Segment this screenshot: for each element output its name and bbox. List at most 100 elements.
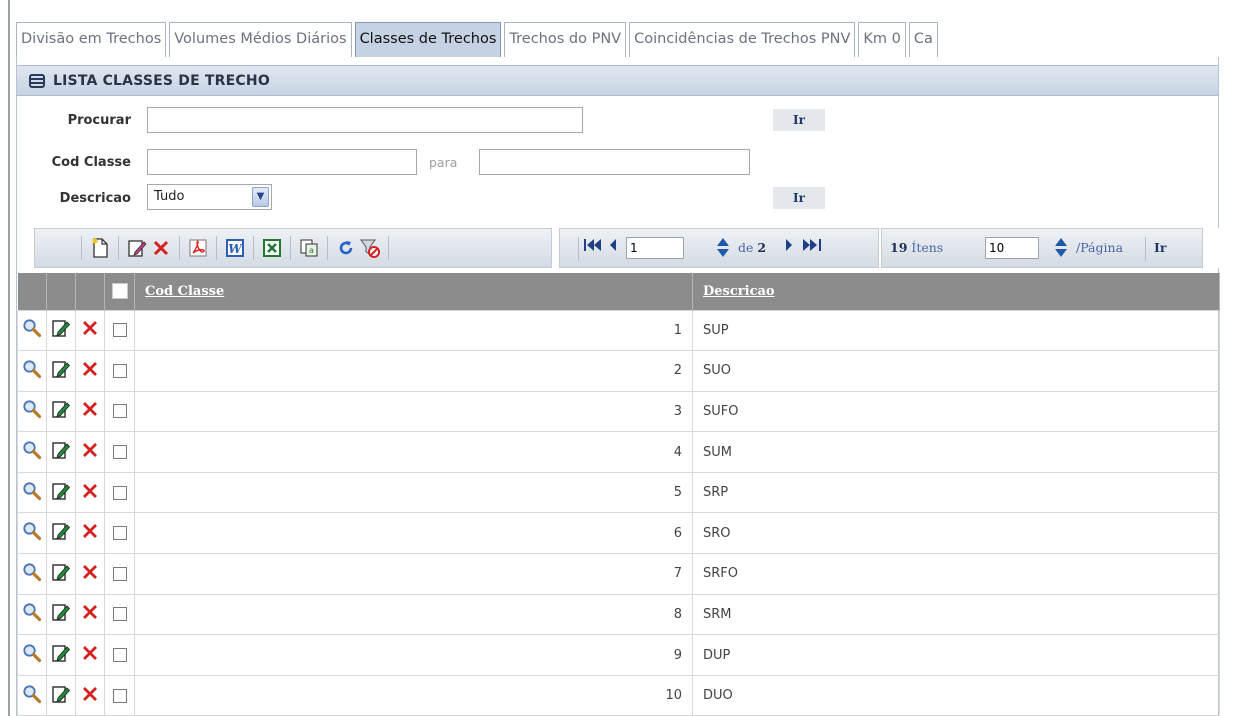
descricao-cell: SUP [692,309,1220,352]
cod-classe-from-input[interactable] [147,149,417,175]
view-icon[interactable] [17,634,47,676]
pdf-icon[interactable] [186,236,210,260]
chevron-down-icon[interactable]: ▼ [252,187,269,207]
row-checkbox[interactable] [112,566,127,581]
view-icon[interactable] [17,390,47,433]
descricao-select-value: Tudo [154,189,185,204]
view-icon[interactable] [17,674,47,716]
tab-classes-de-trechos[interactable]: Classes de Trechos [354,22,502,57]
current-page-input[interactable] [626,237,684,259]
procurar-go-button[interactable]: Ir [773,109,825,131]
new-icon[interactable] [88,236,112,260]
first-page-icon[interactable] [584,238,602,255]
cod-classe-cell: 1 [134,309,693,352]
cod-classe-to-input[interactable] [479,149,750,175]
refresh-icon[interactable] [334,236,358,260]
cod-classe-cell: 5 [134,471,693,514]
edit-row-icon[interactable] [46,553,76,595]
edit-row-icon[interactable] [46,471,76,514]
procurar-input[interactable] [147,107,583,133]
edit-row-icon[interactable] [46,593,76,636]
svg-text:a: a [309,246,314,255]
delete-row-icon[interactable] [75,634,105,676]
select-all-checkbox[interactable] [111,283,128,300]
delete-row-icon[interactable] [75,431,105,473]
prev-page-icon[interactable] [608,238,618,255]
view-icon[interactable] [17,309,47,352]
table-row: 8 SRM [17,593,1220,636]
delete-row-icon[interactable] [75,593,105,636]
tab-trechos-do-pnv[interactable]: Trechos do PNV [504,22,627,57]
delete-row-icon[interactable] [75,674,105,716]
row-checkbox[interactable] [112,445,127,460]
table-row: 2 SUO [17,350,1220,392]
delete-row-icon[interactable] [75,309,105,352]
page-spinner[interactable] [716,237,730,259]
per-page-input[interactable] [985,237,1039,259]
table-header-row: Cod Classe Descricao [17,273,1220,310]
row-checkbox[interactable] [112,648,127,663]
descricao-select[interactable]: Tudo ▼ [147,184,272,210]
edit-row-icon[interactable] [46,512,76,555]
row-checkbox[interactable] [112,526,127,541]
descricao-cell: SRP [692,471,1220,514]
edit-row-icon[interactable] [46,390,76,433]
edit-row-icon[interactable] [46,309,76,352]
excel-icon[interactable] [260,236,284,260]
tab-ca[interactable]: Ca [908,22,938,57]
tab-divisao-em-trechos[interactable]: Divisão em Trechos [16,22,167,57]
descricao-cell: DUO [692,674,1220,716]
view-icon[interactable] [17,471,47,514]
descricao-cell: SRFO [692,553,1220,595]
per-page-label: /Página [1076,240,1124,255]
view-icon[interactable] [17,512,47,555]
descricao-go-button[interactable]: Ir [773,187,825,209]
delete-row-icon[interactable] [75,471,105,514]
pagination-controls: de 2 [559,228,879,268]
clear-filter-icon[interactable] [358,236,382,260]
copy-icon[interactable]: a [297,236,321,260]
delete-icon[interactable] [149,236,173,260]
table-row: 5 SRP [17,471,1220,514]
edit-row-icon[interactable] [46,674,76,716]
main-panel: LISTA CLASSES DE TRECHO Procurar Ir Cod … [16,57,1220,716]
per-page-go-button[interactable]: Ir [1154,240,1166,255]
cod-classe-cell: 3 [134,390,693,433]
delete-row-icon[interactable] [75,553,105,595]
delete-row-icon[interactable] [75,512,105,555]
view-icon[interactable] [17,431,47,473]
column-header-cod-classe[interactable]: Cod Classe [134,273,693,310]
cod-classe-cell: 9 [134,634,693,676]
view-icon[interactable] [17,553,47,595]
tab-coincidencias-de-trechos-pnv[interactable]: Coincidências de Trechos PNV [629,22,856,57]
descricao-cell: DUP [692,634,1220,676]
cod-classe-label: Cod Classe [51,155,131,170]
row-checkbox[interactable] [112,404,127,419]
row-checkbox[interactable] [112,485,127,500]
per-page-spinner[interactable] [1054,237,1068,259]
row-checkbox[interactable] [112,363,127,378]
edit-row-icon[interactable] [46,634,76,676]
delete-row-icon[interactable] [75,390,105,433]
row-checkbox[interactable] [112,688,127,703]
panel-title: LISTA CLASSES DE TRECHO [53,72,270,89]
action-toolbar: W a [34,228,552,268]
word-icon[interactable]: W [223,236,247,260]
table-row: 9 DUP [17,634,1220,676]
edit-icon[interactable] [125,236,149,260]
column-header-descricao[interactable]: Descricao [692,273,1220,310]
tab-volumes-medios-diarios[interactable]: Volumes Médios Diários [169,22,352,57]
row-checkbox[interactable] [112,607,127,622]
tab-km-0[interactable]: Km 0 [858,22,906,57]
last-page-icon[interactable] [802,238,822,255]
next-page-icon[interactable] [784,238,794,255]
edit-row-icon[interactable] [46,431,76,473]
row-checkbox[interactable] [112,323,127,338]
cod-classe-cell: 7 [134,553,693,595]
table-row: 3 SUFO [17,390,1220,433]
delete-row-icon[interactable] [75,350,105,392]
edit-row-icon[interactable] [46,350,76,392]
table-row: 6 SRO [17,512,1220,555]
view-icon[interactable] [17,350,47,392]
view-icon[interactable] [17,593,47,636]
